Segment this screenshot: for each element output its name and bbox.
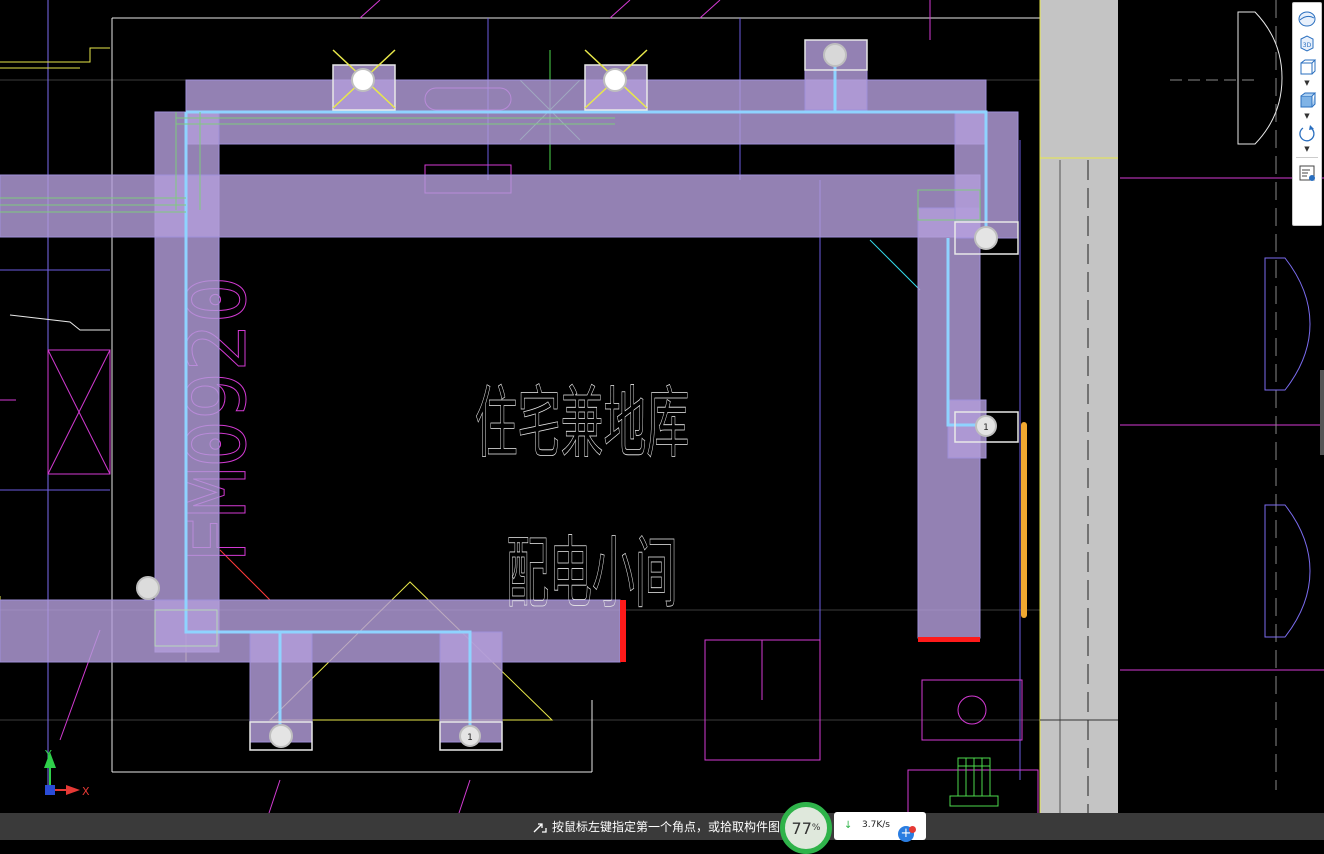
room-label-line1: 住宅兼地库 (475, 378, 689, 468)
3d-view-icon[interactable]: 3D (1295, 31, 1319, 55)
notification-dot (909, 826, 916, 833)
cube-select-icon[interactable] (1295, 88, 1319, 112)
sphere-icon[interactable] (1295, 7, 1319, 31)
axis-y-label: Y (44, 748, 52, 761)
chevron-down-icon[interactable]: ▼ (1304, 112, 1309, 121)
box-view-icon[interactable] (1295, 55, 1319, 79)
toolbar-divider (1296, 157, 1318, 158)
network-speed-value: 3.7K/s (862, 820, 890, 830)
ucs-axis-indicator: Y X (44, 748, 90, 798)
svg-text:1: 1 (983, 423, 989, 433)
cpu-usage-gauge[interactable]: 77% (780, 802, 832, 854)
cpu-usage-value: 77 (791, 818, 812, 838)
outlet-node-icon (603, 68, 627, 92)
cad-drawing-canvas[interactable]: FM0920 (0, 0, 1324, 840)
outlet-node-icon (823, 43, 847, 67)
rotate-icon[interactable] (1295, 121, 1319, 145)
cursor-pick-icon (533, 822, 547, 833)
chevron-down-icon[interactable]: ▼ (1304, 145, 1309, 154)
duct-mid-run (0, 174, 981, 238)
svg-text:1: 1 (467, 733, 473, 743)
room-label: 住宅兼地库 配电小间 (474, 378, 689, 619)
command-prompt-text: 按鼠标左键指定第一个角点，或拾取构件图 (552, 820, 781, 834)
command-prompt: 按鼠标左键指定第一个角点，或拾取构件图 (532, 818, 780, 835)
outlet-node-icon (974, 226, 998, 250)
axis-x-label: X (82, 785, 90, 798)
properties-list-icon[interactable] (1295, 161, 1319, 185)
outlet-node-icon (269, 724, 293, 748)
outlet-node-icon (351, 68, 375, 92)
3d-view-label: 3D (1303, 42, 1312, 49)
outlet-node-icon (136, 576, 160, 600)
motor-symbol (949, 757, 999, 807)
cpu-usage-unit: % (811, 823, 821, 833)
selected-edge-handle[interactable] (1021, 422, 1027, 618)
download-arrow-icon: ↓ (844, 820, 853, 831)
view-toolbar: 3D ▼ ▼ ▼ (1292, 2, 1322, 226)
network-speed-widget[interactable]: ↓ 3.7K/s + (834, 812, 926, 842)
room-label-line2: 配电小间 (506, 528, 678, 618)
grey-wall-band (1039, 0, 1118, 813)
chevron-down-icon[interactable]: ▼ (1304, 79, 1309, 88)
